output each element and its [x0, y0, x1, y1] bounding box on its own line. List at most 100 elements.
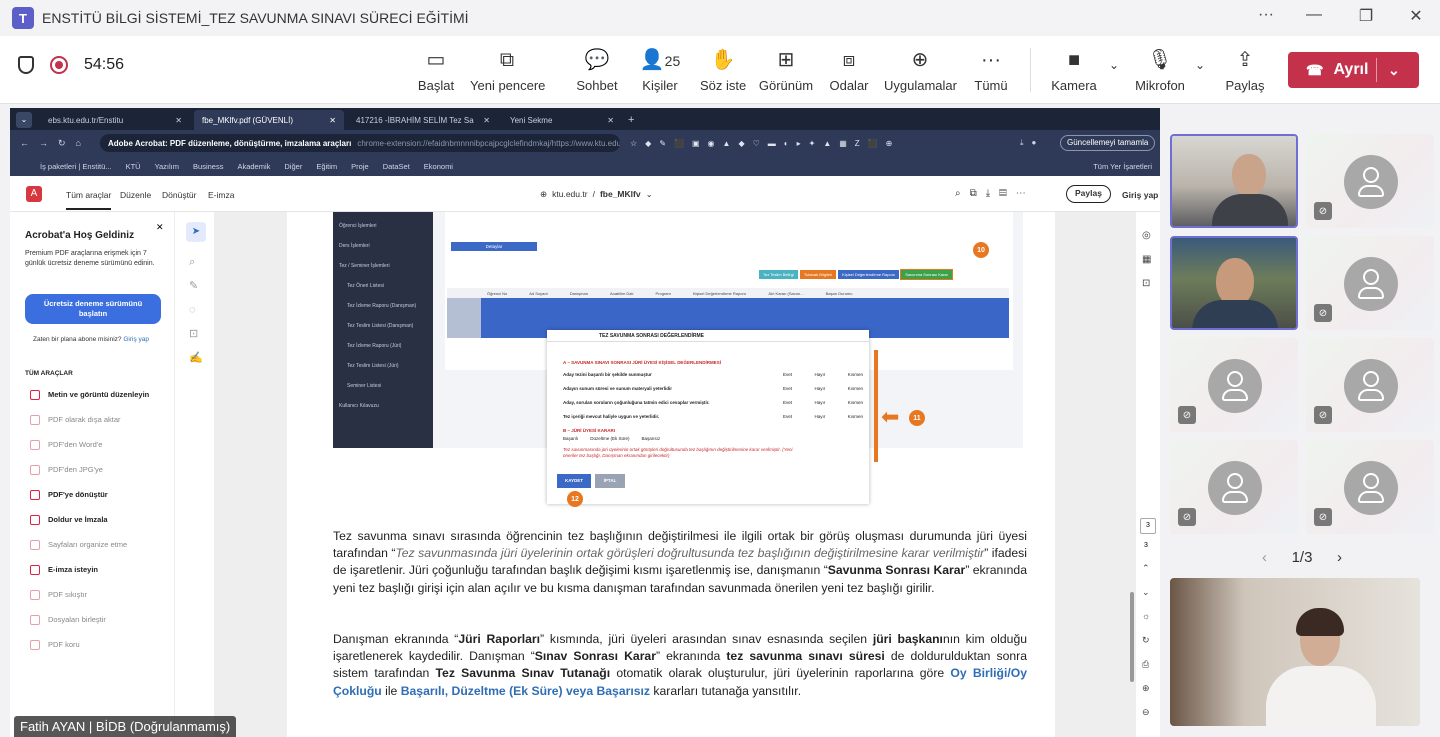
minimize-button[interactable]: —	[1294, 6, 1334, 30]
divider	[1030, 48, 1031, 92]
annotation-tools-icons[interactable]: ⌕ ✎ ◌ ⊡ ✍	[189, 250, 203, 370]
mic-off-icon: ⊘	[1178, 406, 1196, 424]
chevron-right-icon[interactable]: ›	[1337, 549, 1342, 566]
close-button[interactable]: ✕	[1396, 6, 1436, 30]
scrollbar[interactable]	[1130, 592, 1134, 682]
browser-tab[interactable]: Yeni Sekme ✕	[502, 110, 622, 130]
share-pdf-button[interactable]: Paylaş	[1066, 185, 1111, 203]
tab-close-icon[interactable]: ✕	[607, 116, 614, 125]
participant-tile-video[interactable]	[1170, 134, 1298, 228]
tool-organize-pages[interactable]: Sayfaları organize etme	[10, 532, 175, 557]
bookmark-folder[interactable]: Ekonomi	[424, 162, 453, 171]
chat-button[interactable]: 💬 Sohbet	[574, 46, 620, 93]
page-count: 3	[1144, 542, 1148, 549]
participant-tile-video[interactable]	[1170, 236, 1298, 330]
tool-pdf-to-jpg[interactable]: PDF'den JPG'ye	[10, 457, 175, 482]
tab-all-tools[interactable]: Tüm araçlar	[66, 190, 112, 210]
bookmark-folder[interactable]: Eğitim	[316, 162, 337, 171]
tab-edit[interactable]: Düzenle	[120, 190, 151, 200]
shot-action-buttons: Tez Teslim Belirgi Tutanak Bilgileri Kiş…	[759, 269, 953, 280]
browser-tab-active[interactable]: fbe_MKlfv.pdf (GÜVENLİ) ✕	[194, 110, 344, 130]
tab-close-icon[interactable]: ✕	[483, 116, 490, 125]
tool-fill-sign[interactable]: Doldur ve İmzala	[10, 507, 175, 532]
leave-chevron-icon[interactable]: ⌄	[1388, 62, 1400, 79]
trial-button[interactable]: Ücretsiz deneme sürümünü başlatın	[25, 294, 161, 324]
people-icon: 👤	[639, 49, 665, 71]
browser-tab[interactable]: ebs.ktu.edu.tr/Enstitu ✕	[40, 110, 190, 130]
ai-tools-icons[interactable]: ◎ ▦ ⊡	[1142, 224, 1151, 296]
tool-request-esign[interactable]: E-imza isteyin	[10, 557, 175, 582]
tab-esign[interactable]: E-imza	[208, 190, 234, 200]
acrobat-action-icons[interactable]: ⌕⧉⤓▤⋯	[955, 188, 1035, 199]
arrow-left-icon: ⬅	[881, 404, 900, 429]
more-button[interactable]: ··· Tümü	[970, 46, 1012, 93]
tool-convert-pdf[interactable]: PDF'ye dönüştür	[10, 482, 175, 507]
participant-tile[interactable]: ⊘	[1170, 338, 1298, 432]
chevron-left-icon[interactable]: ‹	[1262, 549, 1267, 566]
mic-button[interactable]: 🎙 Mikrofon	[1130, 46, 1190, 93]
page-number-box[interactable]: 3	[1140, 518, 1156, 534]
url-field[interactable]: Adobe Acrobat: PDF düzenleme, dönüştürme…	[100, 134, 620, 152]
page-indicator: 1/3	[1291, 548, 1313, 566]
leave-button[interactable]: ☎ Ayrıl ⌄	[1288, 52, 1419, 88]
tool-edit-text[interactable]: Metin ve görüntü düzenleyin	[10, 382, 175, 407]
view-button[interactable]: ⊞ Görünüm	[758, 46, 814, 93]
question-row: Tez içeriği mevcut haliyle uygun ve yete…	[563, 414, 863, 419]
tool-pdf-to-word[interactable]: PDF'den Word'e	[10, 432, 175, 457]
bookmark[interactable]: İş paketleri | Enstitü...	[40, 162, 112, 171]
raise-hand-button[interactable]: ✋ Söz iste	[700, 46, 746, 93]
tool-combine-files[interactable]: Dosyaları birleştir	[10, 607, 175, 632]
meeting-timer: 54:56	[84, 56, 125, 73]
page-nav-icons[interactable]: ⌃ ⌄ ☼ ↻ ⎙ ⊕ ⊖	[1142, 556, 1150, 724]
participant-tile[interactable]: ⊘	[1306, 236, 1434, 330]
bookmark-folder[interactable]: Yazılım	[155, 162, 179, 171]
bookmark-folder[interactable]: Diğer	[284, 162, 302, 171]
badge-10: 10	[973, 242, 989, 258]
new-window-button[interactable]: ⧉ Yeni pencere	[470, 46, 545, 93]
start-button[interactable]: ▭ Başlat	[410, 46, 462, 93]
tab-menu-icon[interactable]: ⌄	[16, 112, 32, 128]
all-bookmarks[interactable]: Tüm Yer İşaretleri	[1093, 162, 1152, 171]
chevron-down-icon[interactable]: ⌄	[646, 189, 653, 200]
browser-tab[interactable]: 417216 -İBRAHİM SELİM Tez Sa ✕	[348, 110, 498, 130]
signin-link[interactable]: Giriş yap	[123, 336, 149, 343]
extension-icons[interactable]: ☆◆✎⬛▣◉▲◆♡▬◐▸✦▲▦Z⬛⊕	[630, 139, 900, 148]
camera-button[interactable]: ■ Kamera	[1048, 46, 1100, 93]
new-tab-icon[interactable]: +	[628, 114, 634, 126]
people-button[interactable]: 👤25 Kişiler	[636, 46, 684, 93]
section-b-title: B – JÜRİ ÜYESİ KARARI	[563, 428, 616, 433]
title-bar: T ENSTİTÜ BİLGİ SİSTEMİ_TEZ SAVUNMA SINA…	[0, 0, 1440, 36]
bookmark-folder[interactable]: Proje	[351, 162, 369, 171]
tab-convert[interactable]: Dönüştür	[162, 190, 197, 200]
tab-close-icon[interactable]: ✕	[175, 116, 182, 125]
cancel-button: İPTAL	[595, 474, 625, 488]
bookmark-folder[interactable]: KTÜ	[126, 162, 141, 171]
close-icon[interactable]: ✕	[156, 222, 164, 233]
bookmark-folder[interactable]: DataSet	[383, 162, 410, 171]
nav-buttons-icon[interactable]: ←→↻⌂	[20, 138, 91, 149]
rooms-button[interactable]: ⧈ Odalar	[826, 46, 872, 93]
participant-tile[interactable]: ⊘	[1306, 134, 1434, 228]
download-icon[interactable]: ⤓●	[1020, 138, 1044, 148]
select-tool-icon[interactable]: ➤	[186, 222, 206, 242]
mic-chevron-icon[interactable]: ⌄	[1192, 58, 1208, 72]
participant-tile[interactable]: ⊘	[1170, 440, 1298, 534]
participant-tile[interactable]: ⊘	[1306, 338, 1434, 432]
camera-chevron-icon[interactable]: ⌄	[1106, 58, 1122, 72]
maximize-button[interactable]: ❐	[1346, 6, 1386, 30]
bookmark-folder[interactable]: Business	[193, 162, 223, 171]
tool-export-pdf[interactable]: PDF olarak dışa aktar	[10, 407, 175, 432]
bookmark-folder[interactable]: Akademik	[237, 162, 270, 171]
apps-button[interactable]: ⊕ Uygulamalar	[884, 46, 957, 93]
more-icon[interactable]: ···	[1246, 6, 1286, 30]
signin-button[interactable]: Giriş yap	[1122, 190, 1158, 200]
share-button[interactable]: ⇪ Paylaş	[1222, 46, 1268, 93]
shot-menu-item: Tez / Seminer İşlemleri	[339, 263, 390, 269]
self-view-video[interactable]	[1170, 578, 1420, 726]
update-button[interactable]: Güncellemeyi tamamla	[1060, 135, 1156, 151]
tool-compress-pdf[interactable]: PDF sıkıştır	[10, 582, 175, 607]
pdf-page: Öğrenci İşlemleri Ders İşlemleri Tez / S…	[287, 212, 1055, 737]
participant-tile[interactable]: ⊘	[1306, 440, 1434, 534]
tool-protect-pdf[interactable]: PDF koru	[10, 632, 175, 657]
tab-close-icon[interactable]: ✕	[329, 116, 336, 125]
